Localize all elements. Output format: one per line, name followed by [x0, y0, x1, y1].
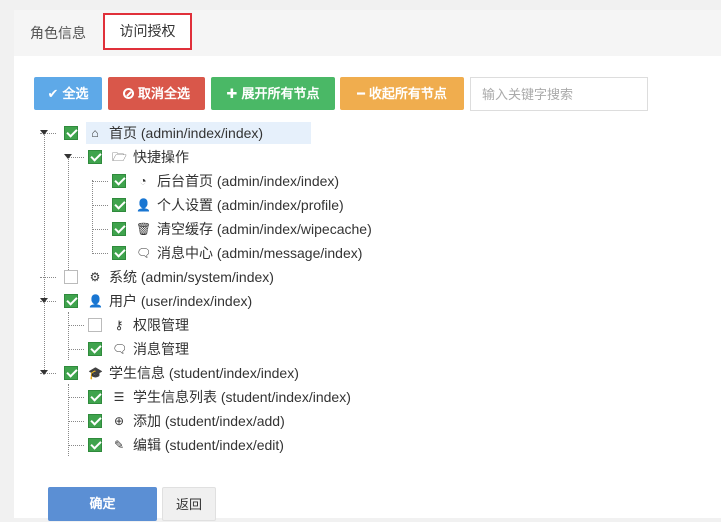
tree-line-level1 [68, 156, 69, 276]
tree-node-checkbox[interactable] [112, 198, 126, 212]
tree-node-checkbox[interactable] [88, 318, 102, 332]
pencil-icon: ✎ [113, 438, 125, 452]
tree-node-label[interactable]: 权限管理 [133, 315, 189, 335]
tree-node-checkbox[interactable] [112, 222, 126, 236]
tree-line-h [92, 205, 108, 206]
tree-line-level2 [92, 180, 93, 252]
comments-icon: 🗨 [112, 342, 128, 356]
back-button[interactable]: 返回 [162, 487, 216, 521]
tree-line-h [92, 181, 108, 182]
auth-panel: 角色信息 访问授权 ✔全选 取消全选 ✚展开所有节点 ━收起所有节点 ⌂首页 (… [14, 10, 721, 521]
tree-node-label[interactable]: 消息中心 (admin/message/index) [157, 243, 362, 263]
confirm-button[interactable]: 确定 [48, 487, 157, 521]
tree-node-checkbox[interactable] [64, 294, 78, 308]
tree-node-checkbox[interactable] [64, 366, 78, 380]
dashboard-icon: ◔ [139, 174, 147, 188]
home-icon: ⌂ [91, 126, 99, 140]
tree-node-label[interactable]: 个人设置 (admin/index/profile) [157, 195, 344, 215]
tree-line-h [92, 253, 108, 254]
comments-icon: 🗨 [136, 246, 152, 260]
trash-icon: 🗑 [136, 222, 152, 236]
tree-node-label[interactable]: 系统 (admin/system/index) [109, 267, 274, 287]
tree-node-label[interactable]: 首页 (admin/index/index) [109, 123, 263, 143]
user-icon: 👤 [136, 198, 151, 212]
tree-node-label[interactable]: 消息管理 [133, 339, 189, 359]
expander-toggle[interactable] [64, 154, 72, 159]
expander-toggle[interactable] [40, 130, 48, 135]
permission-tree: ⌂ 首页 (admin/index/index) 🗁 快捷操作 ◔ 后台首页 (admin… [14, 10, 721, 518]
user-icon: 👤 [88, 294, 103, 308]
tree-node-label[interactable]: 编辑 (student/index/edit) [133, 435, 284, 455]
tree-node-label[interactable]: 清空缓存 (admin/index/wipecache) [157, 219, 372, 239]
expander-toggle[interactable] [40, 370, 48, 375]
tree-node-checkbox[interactable] [112, 174, 126, 188]
tree-node-checkbox[interactable] [112, 246, 126, 260]
tree-node-label[interactable]: 学生信息 (student/index/index) [109, 363, 299, 383]
tree-node-checkbox[interactable] [88, 438, 102, 452]
key-icon: ⚷ [114, 318, 124, 332]
folder-open-icon: 🗁 [112, 150, 127, 164]
tree-node-label[interactable]: 学生信息列表 (student/index/index) [133, 387, 351, 407]
tree-line-root [44, 132, 45, 372]
tree-node-label[interactable]: 用户 (user/index/index) [109, 291, 252, 311]
tree-node-checkbox[interactable] [64, 126, 78, 140]
tree-node-label[interactable]: 快捷操作 [133, 147, 189, 167]
tree-line-h [68, 421, 84, 422]
tree-line-h [68, 397, 84, 398]
tree-line-h [68, 445, 84, 446]
tree-node-label[interactable]: 添加 (student/index/add) [133, 411, 285, 431]
plus-circle-icon: ⊕ [113, 414, 125, 428]
tree-line-user [68, 312, 69, 360]
tree-node-label[interactable]: 后台首页 (admin/index/index) [157, 171, 339, 191]
tree-line-h [92, 229, 108, 230]
tree-node-checkbox[interactable] [64, 270, 78, 284]
tree-node-checkbox[interactable] [88, 390, 102, 404]
expander-toggle[interactable] [40, 298, 48, 303]
graduation-cap-icon: 🎓 [88, 366, 103, 380]
tree-line-h [68, 325, 84, 326]
gear-icon: ⚙ [89, 270, 101, 284]
tree-node-checkbox[interactable] [88, 342, 102, 356]
list-icon: ☰ [113, 390, 125, 404]
tree-line-h [68, 349, 84, 350]
tree-node-checkbox[interactable] [88, 414, 102, 428]
tree-node-checkbox[interactable] [88, 150, 102, 164]
tree-line-h [40, 277, 56, 278]
